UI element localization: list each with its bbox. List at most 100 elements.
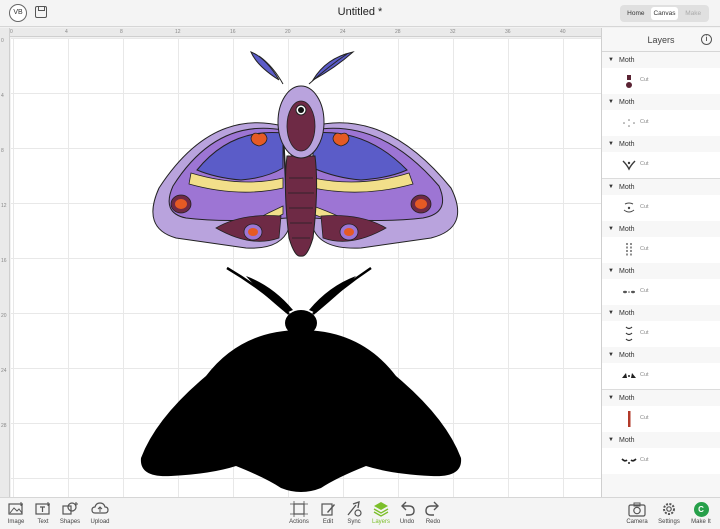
layer-operation: Cut	[640, 330, 649, 337]
actions-button[interactable]: Actions	[284, 501, 314, 525]
make-it-button[interactable]: C Make It	[686, 501, 716, 525]
layer-group-name: Moth	[619, 352, 635, 360]
layer-operation: Cut	[640, 77, 649, 83]
edit-icon	[321, 503, 335, 516]
layer-group-name: Moth	[619, 141, 635, 149]
ruler-tick: 24	[340, 29, 346, 35]
text-icon	[35, 502, 50, 515]
layers-icon	[373, 502, 389, 517]
ruler-tick: 4	[65, 29, 68, 35]
layer-item[interactable]: Cut	[602, 68, 720, 94]
collapse-caret-icon[interactable]: ▼	[608, 57, 614, 63]
sync-button[interactable]: Sync	[339, 501, 369, 525]
collapse-caret-icon[interactable]: ▼	[608, 141, 614, 147]
info-icon[interactable]: i	[701, 34, 712, 45]
layer-group-moth[interactable]: ▼ Moth Cut	[602, 136, 720, 179]
camera-icon	[628, 502, 646, 517]
redo-label: Redo	[425, 519, 441, 525]
ruler-tick: 8	[120, 29, 123, 35]
image-button[interactable]: Image	[1, 501, 31, 525]
layer-thumbnail-icon	[623, 119, 635, 127]
design-canvas[interactable]	[11, 38, 601, 497]
moth-silhouette[interactable]	[140, 266, 462, 492]
layer-group-moth[interactable]: ▼ Moth Cut	[602, 262, 720, 306]
layer-group-name: Moth	[619, 225, 635, 233]
layer-group-moth[interactable]: ▼ Moth Cut	[602, 347, 720, 390]
layer-operation: Cut	[640, 414, 649, 421]
camera-label: Camera	[626, 519, 648, 525]
ruler-tick: 0	[1, 38, 4, 44]
layer-group-moth[interactable]: ▼ Moth Cut	[602, 52, 720, 95]
ruler-tick: 4	[1, 93, 4, 99]
redo-icon	[425, 501, 439, 516]
collapse-caret-icon[interactable]: ▼	[608, 226, 614, 232]
layer-item[interactable]: Cut	[602, 236, 720, 263]
layer-item[interactable]: Cut	[602, 447, 720, 474]
layer-group-name: Moth	[619, 436, 635, 444]
shapes-button[interactable]: Shapes	[55, 501, 85, 525]
layer-thumbnail-icon	[628, 410, 631, 427]
ruler-tick: 12	[175, 29, 181, 35]
mode-home-button[interactable]: Home	[622, 7, 650, 20]
layer-item[interactable]: Cut	[602, 152, 720, 179]
layer-group-moth[interactable]: ▼ Moth Cut	[602, 305, 720, 348]
make-it-label: Make It	[691, 519, 711, 525]
undo-label: Undo	[399, 519, 415, 525]
bottom-toolbar: Image Text Shapes Upload Actions Edit Sy…	[0, 497, 720, 529]
layer-item[interactable]: Cut	[602, 278, 720, 305]
collapse-caret-icon[interactable]: ▼	[608, 437, 614, 443]
layer-item[interactable]: Cut	[602, 321, 720, 348]
ruler-tick: 32	[450, 29, 456, 35]
ruler-tick: 12	[1, 203, 7, 209]
upload-icon	[91, 502, 109, 514]
collapse-caret-icon[interactable]: ▼	[608, 395, 614, 401]
redo-button[interactable]: Redo	[418, 501, 448, 525]
collapse-caret-icon[interactable]: ▼	[608, 310, 614, 316]
ruler-tick: 28	[395, 29, 401, 35]
layer-group-moth[interactable]: ▼ Moth Cut	[602, 389, 720, 432]
layer-thumbnail-icon	[623, 202, 635, 213]
layer-item[interactable]: Cut	[602, 110, 720, 137]
layer-group-name: Moth	[619, 57, 635, 64]
layers-label: Layers	[371, 519, 390, 525]
shapes-label: Shapes	[59, 519, 81, 525]
canvas-artwork	[140, 51, 462, 492]
document-title: Untitled *	[337, 6, 383, 18]
layer-list: ▼ Moth Cut ▼ Moth Cut ▼ Moth Cut ▼ Moth Cut ▼ Moth Cut…	[602, 52, 720, 474]
text-button[interactable]: Text	[28, 501, 58, 525]
layer-operation: Cut	[640, 161, 649, 168]
actions-icon	[290, 501, 308, 517]
ruler-top: 0 4 8 12 16 20 24 28 32 36 40	[10, 28, 601, 37]
layer-operation: Cut	[640, 456, 649, 463]
layer-group-moth[interactable]: ▼ Moth Cut	[602, 94, 720, 137]
collapse-caret-icon[interactable]: ▼	[608, 352, 614, 358]
ruler-tick: 28	[1, 423, 7, 429]
mode-canvas-button[interactable]: Canvas	[650, 7, 679, 20]
mode-switcher: Home Canvas Make	[620, 5, 709, 22]
layer-group-moth[interactable]: ▼ Moth Cut	[602, 178, 720, 221]
ruler-tick: 20	[1, 313, 7, 319]
collapse-caret-icon[interactable]: ▼	[608, 184, 614, 190]
layer-item[interactable]: Cut	[602, 194, 720, 221]
layer-item[interactable]: Cut	[602, 363, 720, 390]
camera-button[interactable]: Camera	[622, 501, 652, 525]
layer-thumbnail-icon	[626, 242, 632, 257]
layer-thumbnail-icon	[622, 160, 636, 171]
ruler-tick: 8	[1, 148, 4, 154]
layer-thumbnail-icon	[626, 75, 632, 88]
collapse-caret-icon[interactable]: ▼	[608, 99, 614, 105]
moth-colored[interactable]	[152, 51, 459, 257]
top-bar: VB Untitled * Home Canvas Make	[0, 0, 720, 27]
layer-group-moth[interactable]: ▼ Moth Cut	[602, 431, 720, 474]
make-it-icon: C	[693, 502, 709, 517]
mode-make-button: Make	[685, 10, 702, 17]
upload-label: Upload	[90, 519, 110, 525]
settings-button[interactable]: Settings	[654, 501, 684, 525]
layer-operation: Cut	[640, 372, 649, 379]
layer-group-moth[interactable]: ▼ Moth Cut	[602, 220, 720, 263]
collapse-caret-icon[interactable]: ▼	[608, 268, 614, 274]
upload-button[interactable]: Upload	[85, 501, 115, 525]
layer-item[interactable]: Cut	[602, 405, 720, 432]
ruler-tick: 16	[1, 258, 7, 264]
undo-icon	[401, 501, 415, 516]
